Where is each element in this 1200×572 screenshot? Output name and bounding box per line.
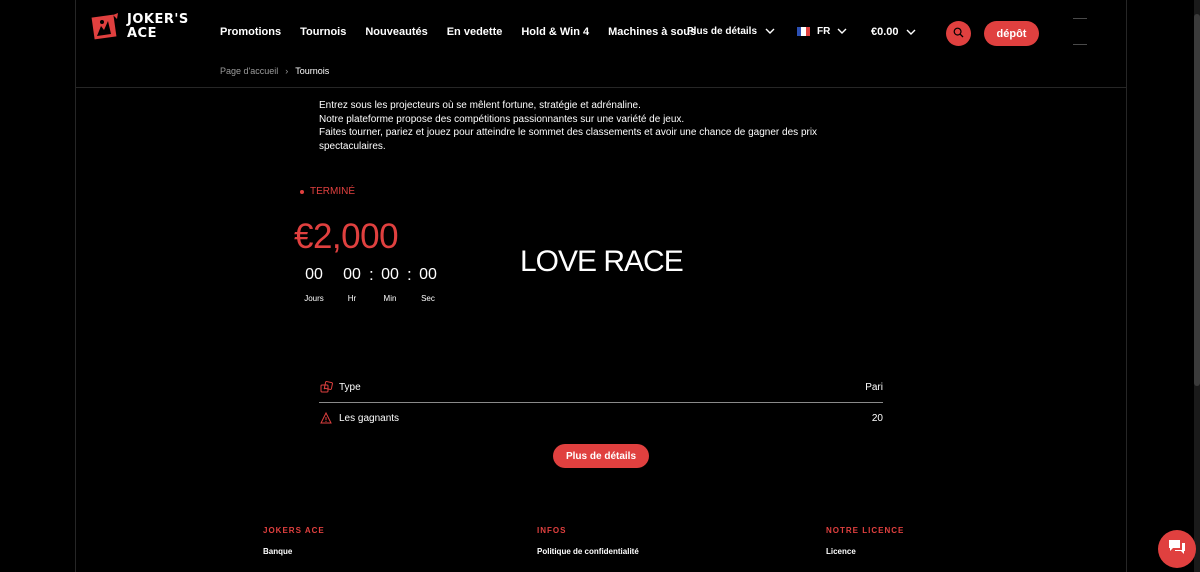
intro-line-2: Notre plateforme propose des compétition… bbox=[319, 113, 685, 125]
header-divider bbox=[75, 87, 1127, 88]
nav-item-new[interactable]: Nouveautés bbox=[365, 26, 427, 38]
nav-item-slots[interactable]: Machines à sous bbox=[608, 26, 696, 38]
intro-line-1: Entrez sous les projecteurs où se mêlent… bbox=[319, 100, 641, 111]
countdown-minutes: 00 bbox=[381, 266, 399, 283]
chevron-down-icon bbox=[906, 26, 916, 38]
main-nav: Promotions Tournois Nouveautés En vedett… bbox=[220, 26, 715, 38]
info-type-value: Pari bbox=[865, 381, 883, 393]
countdown-hours: 00 bbox=[343, 266, 361, 283]
countdown-seconds: 00 bbox=[419, 266, 437, 283]
nav-item-featured[interactable]: En vedette bbox=[447, 26, 503, 38]
countdown-days: 00 bbox=[305, 266, 323, 283]
chevron-down-icon bbox=[837, 26, 847, 37]
france-flag-icon bbox=[797, 27, 810, 36]
chevron-down-icon bbox=[765, 26, 775, 37]
countdown-minutes-label: Min bbox=[383, 294, 397, 303]
info-winners-value: 20 bbox=[871, 412, 883, 424]
balance-amount: €0.00 bbox=[871, 26, 899, 38]
dice-icon bbox=[319, 380, 333, 394]
more-details-button[interactable]: Plus de détails bbox=[553, 444, 649, 468]
footer-column-brand: JOKERS ACE Banque bbox=[263, 526, 325, 556]
brand-line-1: JOKER'S bbox=[127, 12, 189, 27]
joker-logo-icon bbox=[91, 12, 121, 42]
scrollbar-thumb[interactable] bbox=[1194, 14, 1200, 386]
status-badge: TERMINÉ bbox=[300, 186, 355, 197]
prize-pool: €2,000 bbox=[294, 217, 399, 256]
search-button[interactable] bbox=[946, 21, 971, 46]
footer-link-banking[interactable]: Banque bbox=[263, 547, 325, 556]
menu-icon[interactable] bbox=[1073, 18, 1087, 46]
nav-item-promotions[interactable]: Promotions bbox=[220, 26, 281, 38]
site-logo[interactable]: JOKER'S ACE bbox=[91, 10, 189, 44]
footer-column-license: NOTRE LICENCE Licence bbox=[826, 526, 904, 556]
status-dot-icon bbox=[300, 189, 304, 194]
info-row-winners: Les gagnants 20 bbox=[319, 403, 883, 433]
countdown-days-label: Jours bbox=[304, 294, 324, 303]
footer-link-privacy[interactable]: Politique de confidentialité bbox=[537, 547, 639, 556]
breadcrumb-separator: › bbox=[285, 66, 289, 76]
footer-link-license[interactable]: Licence bbox=[826, 547, 904, 556]
trophy-icon bbox=[319, 411, 333, 425]
tournaments-intro: Entrez sous les projecteurs où se mêlent… bbox=[319, 99, 859, 153]
footer-column-info: INFOS Politique de confidentialité bbox=[537, 526, 639, 556]
brand-line-2: ACE bbox=[127, 26, 157, 41]
footer-heading: NOTRE LICENCE bbox=[826, 526, 905, 535]
status-label: TERMINÉ bbox=[310, 186, 355, 197]
footer-heading: INFOS bbox=[537, 526, 567, 535]
breadcrumb-current: Tournois bbox=[295, 66, 330, 76]
chat-bubble-icon bbox=[1167, 538, 1187, 561]
breadcrumb: Page d'accueil › Tournois bbox=[220, 66, 329, 76]
footer-heading: JOKERS ACE bbox=[263, 526, 325, 535]
countdown-hours-label: Hr bbox=[347, 294, 357, 303]
tournament-info-table: Type Pari Les gagnants 20 bbox=[319, 372, 883, 433]
countdown-seconds-label: Sec bbox=[421, 294, 435, 303]
more-menu-dropdown[interactable]: Plus de détails bbox=[687, 26, 775, 37]
search-icon bbox=[953, 25, 964, 43]
nav-item-tournaments[interactable]: Tournois bbox=[300, 26, 346, 38]
breadcrumb-home[interactable]: Page d'accueil bbox=[220, 66, 278, 76]
deposit-button[interactable]: dépôt bbox=[984, 21, 1039, 46]
language-selector[interactable]: FR bbox=[797, 26, 847, 37]
more-menu-label: Plus de détails bbox=[687, 26, 758, 37]
language-code: FR bbox=[817, 26, 831, 37]
live-chat-button[interactable] bbox=[1158, 530, 1196, 568]
tournament-title: LOVE RACE bbox=[520, 245, 684, 278]
balance-dropdown[interactable]: €0.00 bbox=[871, 26, 916, 38]
info-row-type: Type Pari bbox=[319, 372, 883, 402]
info-winners-label: Les gagnants bbox=[339, 412, 400, 424]
info-type-label: Type bbox=[339, 381, 361, 393]
intro-line-3: Faites tourner, pariez et jouez pour att… bbox=[319, 127, 818, 152]
page-frame bbox=[75, 0, 1127, 572]
nav-item-hold-and-win[interactable]: Hold & Win 4 bbox=[521, 26, 589, 38]
